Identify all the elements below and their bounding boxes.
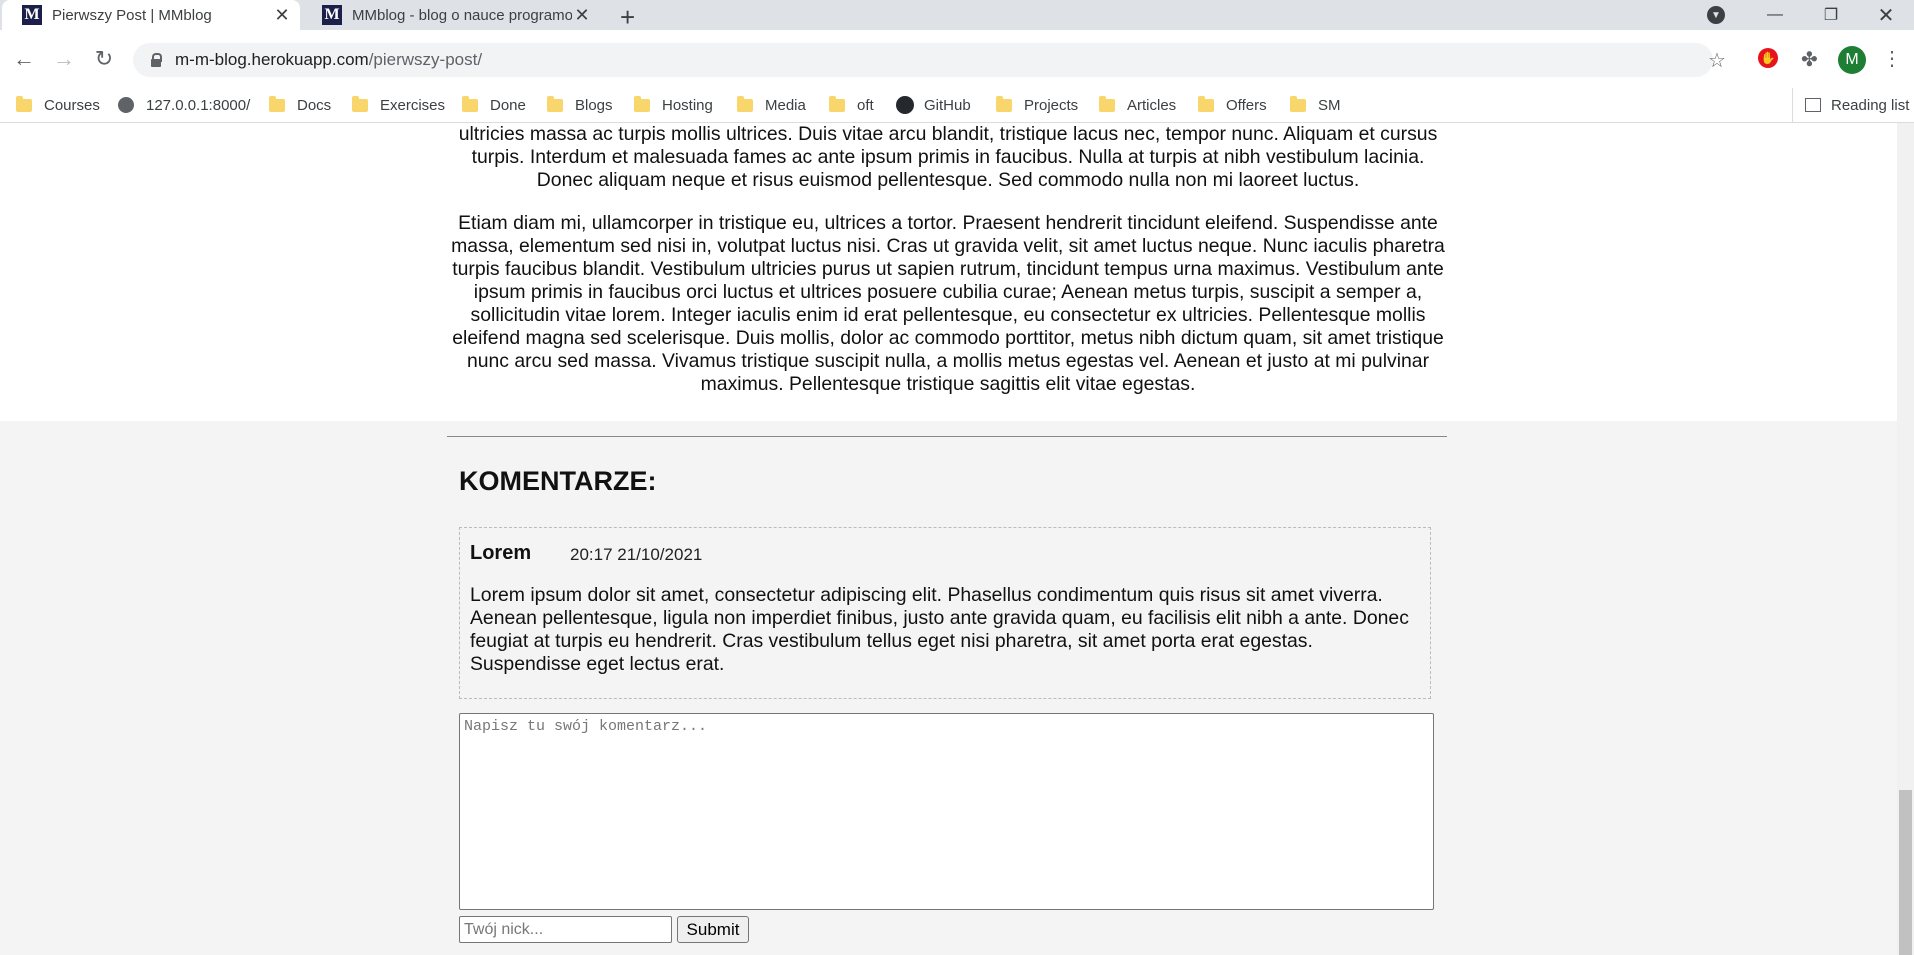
tab-title: Pierwszy Post | MMblog (52, 6, 212, 24)
folder-icon (996, 95, 1012, 112)
nick-input[interactable] (459, 916, 672, 943)
comments-heading: KOMENTARZE: (459, 466, 657, 496)
scrollbar-thumb[interactable] (1899, 790, 1912, 955)
tab-active[interactable]: M Pierwszy Post | MMblog ✕ (2, 0, 300, 30)
extension-stop-icon[interactable]: ✋ (1758, 48, 1778, 68)
new-tab-button[interactable]: + (620, 2, 635, 33)
folder-icon (547, 95, 563, 112)
bookmark-exercises[interactable]: Exercises (352, 88, 445, 122)
comment-author: Lorem (470, 542, 532, 564)
comment-body: Lorem ipsum dolor sit amet, consectetur … (470, 584, 1409, 675)
tab-inactive[interactable]: M MMblog - blog o nauce programowania ✕ (302, 0, 600, 30)
folder-icon (16, 95, 32, 112)
divider (447, 436, 1447, 437)
bookmark-star-icon[interactable]: ☆ (1708, 48, 1726, 73)
bookmark-hosting[interactable]: Hosting (634, 88, 713, 122)
article-paragraph: ultricies massa ac turpis mollis ultrice… (458, 123, 1438, 191)
forward-arrow-icon[interactable]: → (50, 46, 78, 72)
bookmark-offers[interactable]: Offers (1198, 88, 1267, 122)
folder-icon (1290, 95, 1306, 112)
bookmark-github[interactable]: GitHub (896, 88, 971, 122)
article-body: ultricies massa ac turpis mollis ultrice… (0, 123, 1897, 421)
reload-icon[interactable]: ↻ (90, 46, 118, 72)
menu-kebab-icon[interactable]: ⋮ (1882, 46, 1902, 71)
close-window-icon[interactable]: ✕ (1858, 0, 1914, 30)
reading-list-button[interactable]: Reading list (1792, 88, 1909, 122)
github-icon (896, 96, 914, 114)
tab-search-icon[interactable]: ▼ (1707, 6, 1725, 24)
folder-icon (634, 95, 650, 112)
minimize-icon[interactable]: — (1747, 0, 1803, 30)
folder-icon (462, 95, 478, 112)
bookmark-articles[interactable]: Articles (1099, 88, 1176, 122)
restore-icon[interactable]: ❐ (1803, 0, 1859, 30)
bookmark-localhost[interactable]: 127.0.0.1:8000/ (118, 88, 250, 122)
submit-button[interactable]: Submit (677, 916, 749, 943)
profile-avatar[interactable]: M (1838, 46, 1866, 74)
address-bar[interactable]: m-m-blog.herokuapp.com/pierwszy-post/ (133, 43, 1713, 77)
globe-icon (118, 97, 134, 113)
url-host: m-m-blog.herokuapp.com (175, 50, 369, 69)
folder-icon (352, 95, 368, 112)
close-tab-icon[interactable]: ✕ (572, 5, 592, 26)
bookmark-sm[interactable]: SM (1290, 88, 1341, 122)
comment-card: Lorem 20:17 21/10/2021 Lorem ipsum dolor… (459, 527, 1431, 699)
comment-textarea[interactable] (459, 713, 1434, 910)
page-viewport: ultricies massa ac turpis mollis ultrice… (0, 123, 1897, 955)
reading-list-icon (1805, 98, 1821, 112)
bookmark-blogs[interactable]: Blogs (547, 88, 613, 122)
bookmark-done[interactable]: Done (462, 88, 526, 122)
back-arrow-icon[interactable]: ← (10, 46, 38, 72)
comment-date: 20:17 21/10/2021 (570, 545, 703, 564)
folder-icon (1099, 95, 1115, 112)
mmblog-favicon-icon: M (22, 5, 42, 25)
tab-title: MMblog - blog o nauce programowania (352, 6, 572, 24)
bookmark-oft[interactable]: oft (829, 88, 874, 122)
url-path: /pierwszy-post/ (368, 50, 483, 69)
bookmark-media[interactable]: Media (737, 88, 806, 122)
folder-icon (829, 95, 845, 112)
bookmark-docs[interactable]: Docs (269, 88, 331, 122)
close-tab-icon[interactable]: ✕ (272, 5, 292, 26)
extensions-puzzle-icon[interactable]: ✤ (1801, 47, 1818, 72)
mmblog-favicon-icon: M (322, 5, 342, 25)
lock-icon (149, 53, 163, 67)
folder-icon (737, 95, 753, 112)
bookmark-projects[interactable]: Projects (996, 88, 1078, 122)
bookmark-courses[interactable]: Courses (16, 88, 100, 122)
folder-icon (269, 95, 285, 112)
folder-icon (1198, 95, 1214, 112)
article-paragraph: Etiam diam mi, ullamcorper in tristique … (451, 212, 1445, 395)
